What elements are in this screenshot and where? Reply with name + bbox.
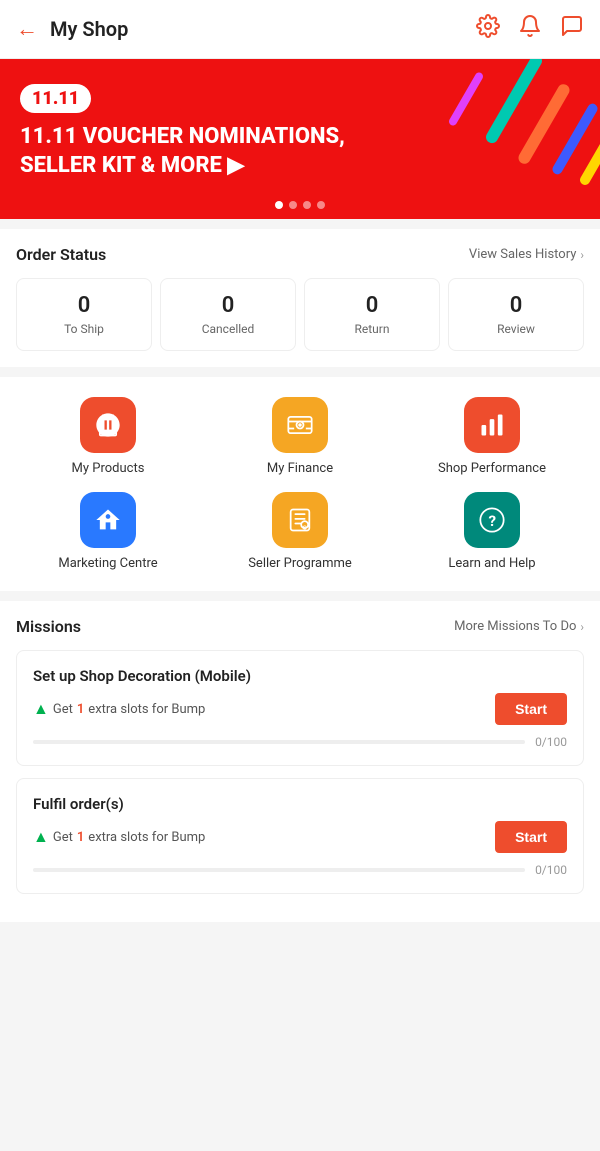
features-grid: My Products My Finance — [16, 397, 584, 571]
mission-2-reward: ▲ Get 1 extra slots for Bump Start — [33, 821, 567, 853]
more-missions-link[interactable]: More Missions To Do › — [454, 619, 584, 634]
svg-text:?: ? — [489, 512, 497, 530]
mission-2-progress-bar — [33, 868, 525, 872]
banner-decorations — [400, 59, 600, 219]
mission-1-start-button[interactable]: Start — [495, 693, 567, 725]
mission-1-progress-bar — [33, 740, 525, 744]
chevron-right-icon-missions: › — [580, 620, 584, 634]
banner-dots — [275, 201, 325, 209]
feature-learn-and-help[interactable]: ? Learn and Help — [400, 492, 584, 571]
mission-1-highlight: 1 — [77, 702, 84, 717]
features-section: My Products My Finance — [0, 377, 600, 591]
my-products-icon — [80, 397, 136, 453]
mission-2-highlight: 1 — [77, 830, 84, 845]
mission-2-title: Fulfil order(s) — [33, 795, 567, 813]
cancelled-count: 0 — [169, 293, 287, 318]
mission-2-progress-text: 0/100 — [535, 863, 567, 877]
missions-title: Missions — [16, 617, 81, 636]
seller-programme-icon: S — [272, 492, 328, 548]
my-products-label: My Products — [72, 461, 145, 476]
feature-shop-performance[interactable]: Shop Performance — [400, 397, 584, 476]
feature-my-finance[interactable]: My Finance — [208, 397, 392, 476]
to-ship-count: 0 — [25, 293, 143, 318]
my-finance-icon — [272, 397, 328, 453]
mission-1-arrow-icon: ▲ — [33, 699, 49, 719]
banner-dot-1 — [275, 201, 283, 209]
mission-1-progress-text: 0/100 — [535, 735, 567, 749]
learn-and-help-label: Learn and Help — [448, 556, 535, 571]
banner-dot-4 — [317, 201, 325, 209]
mission-2-start-button[interactable]: Start — [495, 821, 567, 853]
order-status-header: Order Status View Sales History › — [16, 245, 584, 264]
svg-text:S: S — [303, 525, 307, 531]
cancelled-label: Cancelled — [169, 322, 287, 336]
order-status-grid: 0 To Ship 0 Cancelled 0 Return 0 Review — [16, 278, 584, 351]
mission-1-reward-text: ▲ Get 1 extra slots for Bump — [33, 699, 205, 719]
settings-icon[interactable] — [476, 14, 500, 44]
order-status-section: Order Status View Sales History › 0 To S… — [0, 229, 600, 367]
learn-and-help-icon: ? — [464, 492, 520, 548]
mission-card-2: Fulfil order(s) ▲ Get 1 extra slots for … — [16, 778, 584, 894]
return-label: Return — [313, 322, 431, 336]
back-button[interactable]: ← — [16, 16, 38, 42]
seller-programme-label: Seller Programme — [248, 556, 352, 571]
shop-performance-label: Shop Performance — [438, 461, 546, 476]
feature-seller-programme[interactable]: S Seller Programme — [208, 492, 392, 571]
marketing-centre-label: Marketing Centre — [58, 556, 157, 571]
order-status-title: Order Status — [16, 245, 106, 264]
mission-1-progress: 0/100 — [33, 735, 567, 749]
banner-dot-2 — [289, 201, 297, 209]
order-status-cancelled[interactable]: 0 Cancelled — [160, 278, 296, 351]
missions-header: Missions More Missions To Do › — [16, 617, 584, 636]
header-icons — [476, 14, 584, 44]
feature-my-products[interactable]: My Products — [16, 397, 200, 476]
mission-2-progress: 0/100 — [33, 863, 567, 877]
order-status-to-ship[interactable]: 0 To Ship — [16, 278, 152, 351]
chat-icon[interactable] — [560, 14, 584, 44]
shop-performance-icon — [464, 397, 520, 453]
notifications-icon[interactable] — [518, 14, 542, 44]
mission-2-reward-text: ▲ Get 1 extra slots for Bump — [33, 827, 205, 847]
banner-dot-3 — [303, 201, 311, 209]
my-finance-label: My Finance — [267, 461, 333, 476]
banner[interactable]: 11.11 11.11 VOUCHER NOMINATIONS, SELLER … — [0, 59, 600, 219]
feature-marketing-centre[interactable]: Marketing Centre — [16, 492, 200, 571]
mission-card-1: Set up Shop Decoration (Mobile) ▲ Get 1 … — [16, 650, 584, 766]
view-sales-history-link[interactable]: View Sales History › — [469, 247, 584, 262]
order-status-return[interactable]: 0 Return — [304, 278, 440, 351]
header: ← My Shop — [0, 0, 600, 59]
page-title: My Shop — [50, 17, 476, 41]
to-ship-label: To Ship — [25, 322, 143, 336]
chevron-right-icon: › — [580, 248, 584, 262]
return-count: 0 — [313, 293, 431, 318]
marketing-centre-icon — [80, 492, 136, 548]
mission-1-reward: ▲ Get 1 extra slots for Bump Start — [33, 693, 567, 725]
deco-line-5 — [448, 71, 485, 127]
mission-2-arrow-icon: ▲ — [33, 827, 49, 847]
order-status-review[interactable]: 0 Review — [448, 278, 584, 351]
missions-section: Missions More Missions To Do › Set up Sh… — [0, 601, 600, 922]
mission-1-title: Set up Shop Decoration (Mobile) — [33, 667, 567, 685]
review-label: Review — [457, 322, 575, 336]
review-count: 0 — [457, 293, 575, 318]
banner-badge: 11.11 — [20, 84, 91, 113]
